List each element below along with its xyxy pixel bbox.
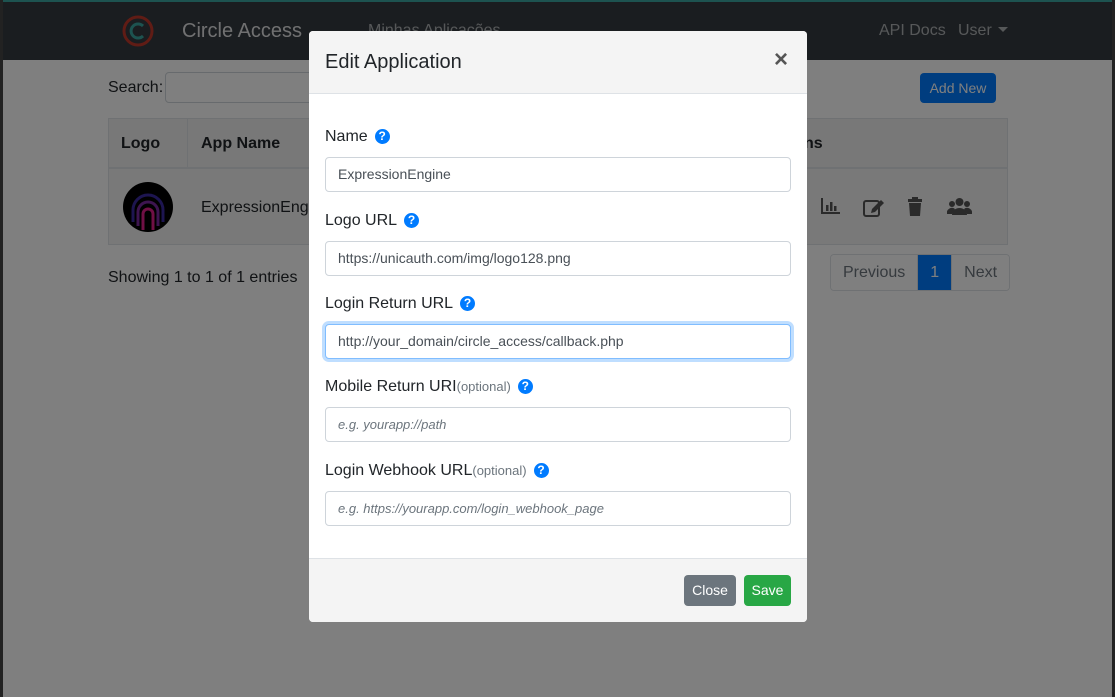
login-webhook-url-input[interactable]: e.g. https://yourapp.com/login_webhook_p…: [325, 491, 791, 526]
help-icon[interactable]: ?: [460, 296, 476, 311]
name-input[interactable]: ExpressionEngine: [325, 157, 791, 192]
help-icon[interactable]: ?: [517, 379, 533, 394]
close-icon[interactable]: ×: [774, 48, 788, 72]
optional-hint: (optional): [472, 463, 527, 478]
field-label-text: Login Webhook URL: [325, 462, 473, 479]
save-button[interactable]: Save: [744, 575, 791, 606]
field-label-text: Name: [325, 128, 368, 145]
optional-hint: (optional): [456, 379, 511, 394]
help-icon[interactable]: ?: [533, 463, 549, 478]
mobile-return-uri-input[interactable]: e.g. yourapp://path: [325, 407, 791, 442]
field-label-name: Name?: [325, 128, 390, 146]
login-return-url-input[interactable]: http://your_domain/circle_access/callbac…: [325, 324, 791, 359]
field-label-text: Mobile Return URI: [325, 378, 457, 395]
modal-footer: Close Save: [309, 558, 807, 622]
field-label-text: Logo URL: [325, 212, 398, 229]
modal-header: Edit Application ×: [309, 31, 807, 94]
edit-application-modal: Edit Application × Name? ExpressionEngin…: [309, 31, 807, 622]
field-label-login-webhook-url: Login Webhook URL(optional)?: [325, 462, 549, 480]
field-label-mobile-return-uri: Mobile Return URI(optional)?: [325, 378, 533, 396]
logo-url-input[interactable]: https://unicauth.com/img/logo128.png: [325, 241, 791, 276]
modal-title: Edit Application: [325, 51, 462, 73]
help-icon[interactable]: ?: [374, 129, 390, 144]
field-label-text: Login Return URL: [325, 295, 454, 312]
field-label-logo-url: Logo URL?: [325, 212, 420, 230]
help-icon[interactable]: ?: [404, 213, 420, 228]
close-button[interactable]: Close: [684, 575, 736, 606]
field-label-login-return-url: Login Return URL?: [325, 295, 476, 313]
